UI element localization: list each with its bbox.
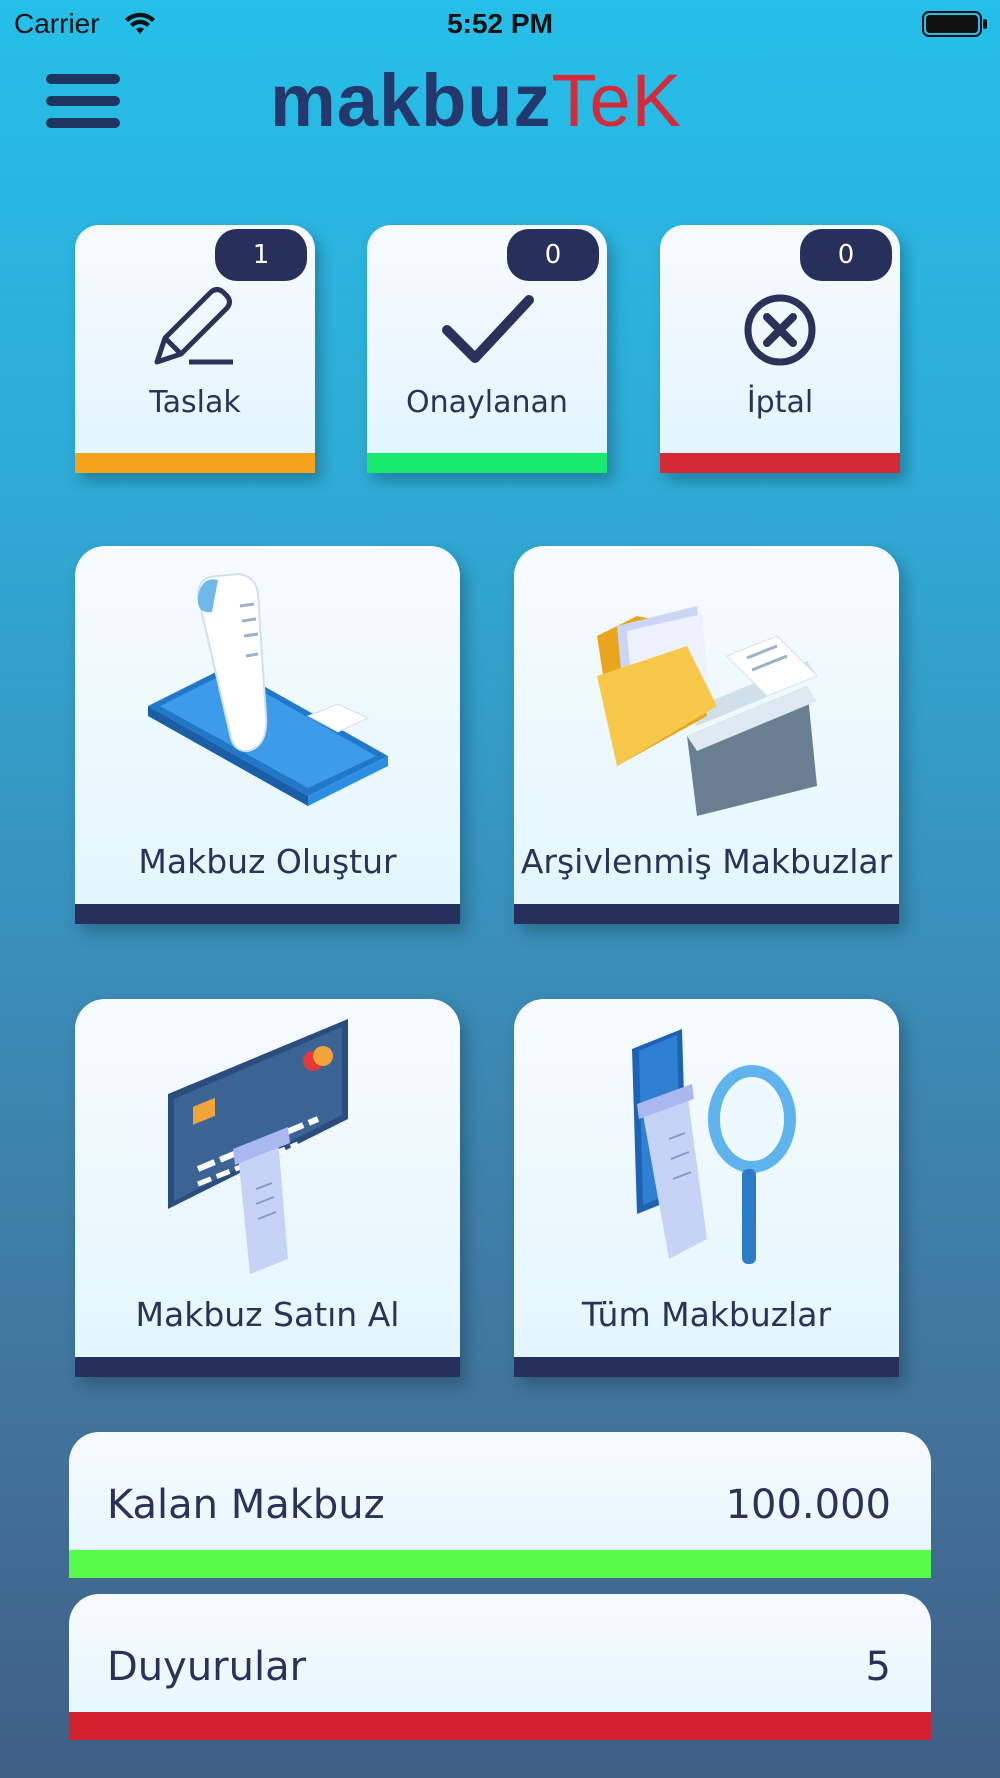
announcements-count: 5 — [865, 1644, 891, 1690]
status-time: 5:52 PM — [447, 8, 553, 39]
app-logo: makbuzTeK — [270, 58, 682, 148]
all-receipts-bar — [514, 1357, 899, 1377]
all-receipts-card[interactable]: Tüm Makbuzlar — [514, 999, 899, 1377]
draft-color-bar — [75, 453, 315, 473]
announcements-label: Duyurular — [107, 1644, 307, 1690]
status-card-cancelled[interactable]: 0 İptal — [660, 225, 900, 473]
draft-count-badge: 1 — [215, 229, 307, 281]
hamburger-menu-icon[interactable] — [46, 70, 122, 132]
status-bar: Carrier 5:52 PM — [0, 0, 1000, 50]
approved-count-badge: 0 — [507, 229, 599, 281]
cancelled-color-bar — [660, 453, 900, 473]
create-receipt-bar — [75, 904, 460, 924]
create-receipt-label: Makbuz Oluştur — [138, 842, 397, 881]
announcements-row[interactable]: Duyurular 5 — [69, 1594, 931, 1740]
draft-label: Taslak — [149, 385, 241, 420]
remaining-receipts-row[interactable]: Kalan Makbuz 100.000 — [69, 1432, 931, 1578]
cancel-circle-icon — [744, 294, 816, 366]
archived-receipts-bar — [514, 904, 899, 924]
checkmark-icon — [442, 295, 534, 363]
search-receipts-icon — [631, 1029, 796, 1264]
logo-text-part1: makbuz — [270, 59, 552, 142]
approved-color-bar — [367, 453, 607, 473]
cancelled-count-badge: 0 — [800, 229, 892, 281]
create-receipt-card[interactable]: Makbuz Oluştur — [75, 546, 460, 924]
buy-receipt-bar — [75, 1357, 460, 1377]
archived-receipts-label: Arşivlenmiş Makbuzlar — [520, 842, 893, 881]
receipt-phone-icon — [147, 572, 388, 806]
pencil-icon — [154, 287, 233, 365]
buy-receipt-label: Makbuz Satın Al — [135, 1295, 400, 1334]
buy-receipt-card[interactable]: Makbuz Satın Al — [75, 999, 460, 1377]
credit-card-receipt-icon — [167, 1019, 348, 1274]
remaining-receipts-bar — [69, 1550, 931, 1578]
approved-label: Onaylanan — [406, 385, 568, 420]
announcements-bar — [69, 1712, 931, 1740]
remaining-receipts-label: Kalan Makbuz — [107, 1482, 385, 1528]
archived-receipts-card[interactable]: Arşivlenmiş Makbuzlar — [514, 546, 899, 924]
status-card-draft[interactable]: 1 Taslak — [75, 225, 315, 473]
logo-text-part2: TeK — [551, 59, 683, 142]
all-receipts-label: Tüm Makbuzlar — [581, 1295, 832, 1334]
remaining-receipts-value: 100.000 — [725, 1482, 891, 1528]
archive-folder-icon — [596, 606, 818, 816]
cancelled-label: İptal — [746, 385, 814, 420]
battery-icon — [922, 11, 987, 37]
status-card-approved[interactable]: 0 Onaylanan — [367, 225, 607, 473]
